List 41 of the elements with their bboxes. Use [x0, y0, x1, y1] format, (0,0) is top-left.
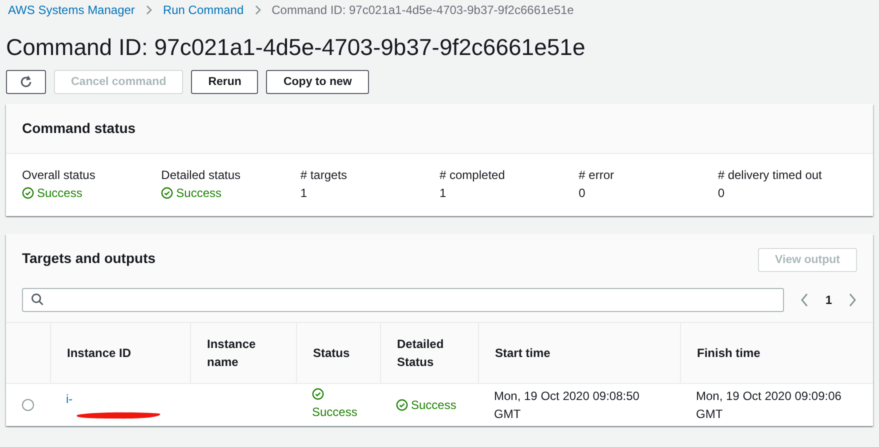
search-field[interactable] — [22, 288, 784, 312]
instance-link[interactable]: i- — [66, 390, 73, 408]
column-header[interactable]: Detailed Status — [397, 334, 462, 371]
column-header[interactable]: Instance name — [207, 334, 280, 371]
chevron-right-icon — [144, 5, 153, 15]
breadcrumb-current: Command ID: 97c021a1-4d5e-4703-9b37-9f2c6661e51e — [272, 2, 574, 19]
radio-button[interactable] — [22, 398, 34, 411]
page-number[interactable]: 1 — [825, 290, 832, 309]
field-label: Detailed status — [161, 166, 242, 184]
column-header[interactable]: Status — [313, 344, 350, 362]
action-button[interactable]: Rerun — [191, 70, 258, 94]
column-header[interactable]: Instance ID — [67, 344, 132, 362]
field-label: # delivery timed out — [718, 166, 823, 184]
action-button[interactable]: Copy to new — [266, 70, 369, 94]
field-value: 1 — [440, 184, 448, 202]
breadcrumb-link[interactable]: AWS Systems Manager — [8, 1, 135, 19]
column-header[interactable]: Start time — [495, 344, 550, 362]
refresh-button[interactable] — [6, 70, 46, 94]
page-title: Command ID: 97c021a1-4d5e-4703-9b37-9f2c6661e51e — [6, 34, 586, 62]
field-value: 1 — [300, 184, 308, 202]
panel-title: Targets and outputs — [22, 248, 156, 268]
field-label: # completed — [440, 166, 506, 184]
status-text: Success — [37, 184, 82, 202]
chevron-right-icon[interactable] — [848, 292, 857, 307]
table-cell-text: Mon, 19 Oct 2020 09:09:06 GMT — [696, 388, 842, 423]
table-cell-text: Mon, 19 Oct 2020 09:08:50 GMT — [494, 388, 640, 423]
status-text: Success — [312, 404, 358, 422]
field-label: Overall status — [22, 166, 96, 184]
refresh-icon — [19, 74, 33, 89]
field-value: 0 — [578, 184, 586, 202]
search-icon — [31, 293, 44, 306]
field-label: # error — [578, 166, 615, 184]
panel-title: Command status — [6, 104, 873, 154]
breadcrumb-link[interactable]: Run Command — [162, 1, 244, 19]
status-text: Success — [411, 396, 456, 414]
field-value: 0 — [718, 184, 726, 202]
column-header[interactable]: Finish time — [697, 344, 760, 362]
chevron-right-icon — [254, 5, 262, 15]
chevron-left-icon[interactable] — [800, 292, 810, 307]
status-text: Success — [176, 184, 222, 202]
field-label: # targets — [300, 166, 348, 184]
